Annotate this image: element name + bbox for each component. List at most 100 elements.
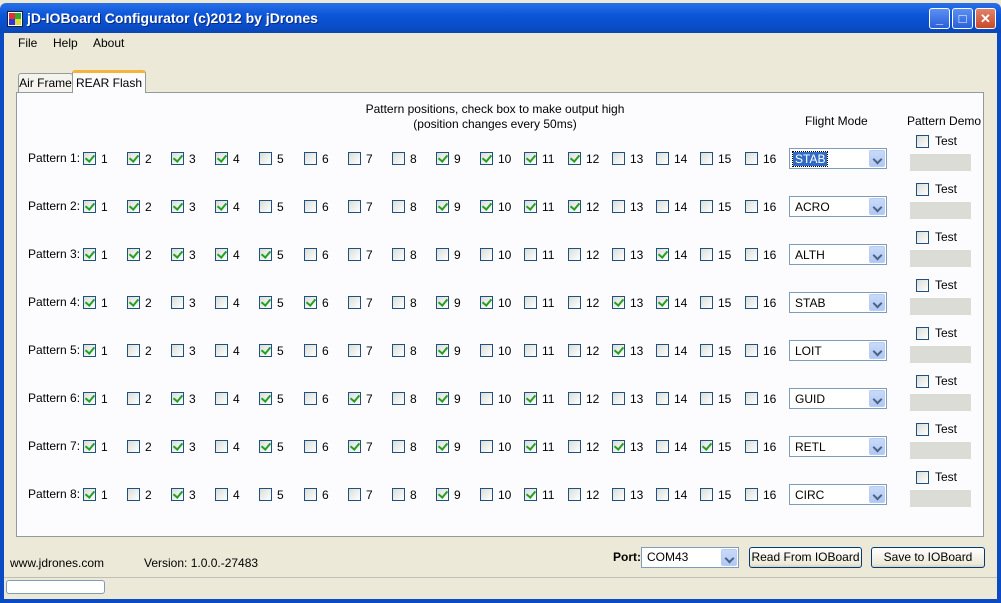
pattern-1-position-10-checkbox[interactable] <box>480 152 493 165</box>
maximize-button[interactable]: □ <box>952 8 973 29</box>
flight-mode-select[interactable]: STAB <box>789 292 887 313</box>
chevron-down-icon[interactable] <box>869 150 885 167</box>
pattern-1-position-8-checkbox[interactable] <box>392 152 405 165</box>
pattern-5-position-8-checkbox[interactable] <box>392 344 405 357</box>
pattern-6-position-1-checkbox[interactable] <box>83 392 96 405</box>
pattern-8-position-10-checkbox[interactable] <box>480 488 493 501</box>
pattern-4-test-checkbox[interactable] <box>916 279 929 292</box>
pattern-2-position-5-checkbox[interactable] <box>259 200 272 213</box>
pattern-4-position-11-checkbox[interactable] <box>524 296 537 309</box>
save-to-ioboard-button[interactable]: Save to IOBoard <box>871 547 985 568</box>
pattern-3-position-8-checkbox[interactable] <box>392 248 405 261</box>
pattern-8-position-11-checkbox[interactable] <box>524 488 537 501</box>
pattern-1-position-14-checkbox[interactable] <box>656 152 669 165</box>
pattern-2-position-9-checkbox[interactable] <box>436 200 449 213</box>
pattern-1-position-1-checkbox[interactable] <box>83 152 96 165</box>
pattern-4-position-6-checkbox[interactable] <box>304 296 317 309</box>
pattern-4-position-12-checkbox[interactable] <box>568 296 581 309</box>
pattern-7-test-checkbox[interactable] <box>916 423 929 436</box>
pattern-8-position-2-checkbox[interactable] <box>127 488 140 501</box>
pattern-4-position-16-checkbox[interactable] <box>745 296 758 309</box>
minimize-button[interactable]: _ <box>929 8 950 29</box>
flight-mode-select[interactable]: ALTH <box>789 244 887 265</box>
pattern-3-position-11-checkbox[interactable] <box>524 248 537 261</box>
pattern-4-position-9-checkbox[interactable] <box>436 296 449 309</box>
pattern-7-position-9-checkbox[interactable] <box>436 440 449 453</box>
pattern-7-position-13-checkbox[interactable] <box>612 440 625 453</box>
pattern-5-position-7-checkbox[interactable] <box>348 344 361 357</box>
pattern-4-position-14-checkbox[interactable] <box>656 296 669 309</box>
pattern-7-position-3-checkbox[interactable] <box>171 440 184 453</box>
pattern-4-position-7-checkbox[interactable] <box>348 296 361 309</box>
pattern-3-position-16-checkbox[interactable] <box>745 248 758 261</box>
pattern-7-position-11-checkbox[interactable] <box>524 440 537 453</box>
pattern-1-position-7-checkbox[interactable] <box>348 152 361 165</box>
pattern-2-position-6-checkbox[interactable] <box>304 200 317 213</box>
pattern-8-test-checkbox[interactable] <box>916 471 929 484</box>
pattern-1-position-6-checkbox[interactable] <box>304 152 317 165</box>
flight-mode-select[interactable]: LOIT <box>789 340 887 361</box>
menu-file[interactable]: File <box>18 36 37 50</box>
pattern-6-position-2-checkbox[interactable] <box>127 392 140 405</box>
pattern-1-position-16-checkbox[interactable] <box>745 152 758 165</box>
pattern-7-position-5-checkbox[interactable] <box>259 440 272 453</box>
pattern-3-position-4-checkbox[interactable] <box>215 248 228 261</box>
pattern-2-position-13-checkbox[interactable] <box>612 200 625 213</box>
pattern-6-position-12-checkbox[interactable] <box>568 392 581 405</box>
pattern-8-position-8-checkbox[interactable] <box>392 488 405 501</box>
pattern-5-position-2-checkbox[interactable] <box>127 344 140 357</box>
pattern-5-position-3-checkbox[interactable] <box>171 344 184 357</box>
pattern-6-test-checkbox[interactable] <box>916 375 929 388</box>
pattern-8-position-14-checkbox[interactable] <box>656 488 669 501</box>
chevron-down-icon[interactable] <box>869 438 885 455</box>
chevron-down-icon[interactable] <box>869 486 885 503</box>
pattern-5-position-15-checkbox[interactable] <box>700 344 713 357</box>
pattern-2-position-14-checkbox[interactable] <box>656 200 669 213</box>
chevron-down-icon[interactable] <box>869 390 885 407</box>
pattern-1-position-4-checkbox[interactable] <box>215 152 228 165</box>
pattern-1-position-5-checkbox[interactable] <box>259 152 272 165</box>
pattern-3-position-5-checkbox[interactable] <box>259 248 272 261</box>
flight-mode-select[interactable]: RETL <box>789 436 887 457</box>
pattern-4-position-10-checkbox[interactable] <box>480 296 493 309</box>
pattern-1-position-9-checkbox[interactable] <box>436 152 449 165</box>
pattern-4-position-4-checkbox[interactable] <box>215 296 228 309</box>
pattern-4-position-1-checkbox[interactable] <box>83 296 96 309</box>
pattern-5-position-9-checkbox[interactable] <box>436 344 449 357</box>
pattern-3-position-10-checkbox[interactable] <box>480 248 493 261</box>
pattern-7-position-15-checkbox[interactable] <box>700 440 713 453</box>
pattern-5-position-5-checkbox[interactable] <box>259 344 272 357</box>
pattern-5-position-12-checkbox[interactable] <box>568 344 581 357</box>
pattern-3-position-14-checkbox[interactable] <box>656 248 669 261</box>
pattern-7-position-1-checkbox[interactable] <box>83 440 96 453</box>
pattern-2-position-2-checkbox[interactable] <box>127 200 140 213</box>
pattern-7-position-10-checkbox[interactable] <box>480 440 493 453</box>
pattern-8-position-13-checkbox[interactable] <box>612 488 625 501</box>
pattern-7-position-12-checkbox[interactable] <box>568 440 581 453</box>
pattern-5-position-1-checkbox[interactable] <box>83 344 96 357</box>
flight-mode-select[interactable]: ACRO <box>789 196 887 217</box>
pattern-5-test-checkbox[interactable] <box>916 327 929 340</box>
flight-mode-select[interactable]: CIRC <box>789 484 887 505</box>
pattern-6-position-16-checkbox[interactable] <box>745 392 758 405</box>
chevron-down-icon[interactable] <box>721 549 737 566</box>
chevron-down-icon[interactable] <box>869 198 885 215</box>
pattern-1-test-checkbox[interactable] <box>916 135 929 148</box>
pattern-6-position-10-checkbox[interactable] <box>480 392 493 405</box>
pattern-2-test-checkbox[interactable] <box>916 183 929 196</box>
port-select[interactable]: COM43 <box>641 547 739 568</box>
pattern-3-position-13-checkbox[interactable] <box>612 248 625 261</box>
pattern-7-position-7-checkbox[interactable] <box>348 440 361 453</box>
pattern-3-position-6-checkbox[interactable] <box>304 248 317 261</box>
pattern-2-position-12-checkbox[interactable] <box>568 200 581 213</box>
pattern-5-position-14-checkbox[interactable] <box>656 344 669 357</box>
pattern-5-position-4-checkbox[interactable] <box>215 344 228 357</box>
tab-rear-flash[interactable]: REAR Flash <box>72 70 146 93</box>
pattern-5-position-6-checkbox[interactable] <box>304 344 317 357</box>
pattern-7-position-14-checkbox[interactable] <box>656 440 669 453</box>
chevron-down-icon[interactable] <box>869 342 885 359</box>
chevron-down-icon[interactable] <box>869 246 885 263</box>
pattern-3-position-3-checkbox[interactable] <box>171 248 184 261</box>
pattern-6-position-14-checkbox[interactable] <box>656 392 669 405</box>
pattern-8-position-7-checkbox[interactable] <box>348 488 361 501</box>
